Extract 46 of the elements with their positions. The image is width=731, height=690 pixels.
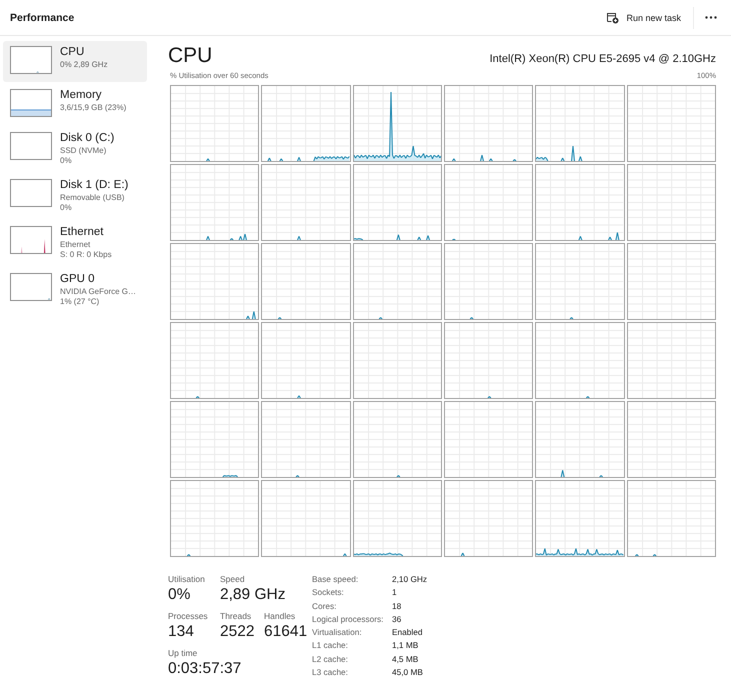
mini-usage-graph [10,226,52,254]
mini-usage-graph [10,273,52,301]
run-task-button[interactable]: Run new task [602,8,685,26]
section-title: CPU [168,43,212,69]
stat-value: 0:03:57:37 [168,659,242,679]
spec-label: Logical processors: [312,612,384,626]
spec-label: Cores: [312,600,338,612]
stat-value: 134 [168,622,195,642]
spec-value: 2,10 GHz [392,573,428,586]
mini-usage-graph [10,89,52,117]
spec-value: 45,0 MB [392,666,424,679]
spec-value: 4,5 MB [392,652,420,666]
spec-label: Virtualisation: [312,626,363,639]
stat-label: Up time [168,647,198,659]
mini-usage-graph [10,179,52,207]
stat-label: Speed [220,573,246,585]
window-plus-icon [606,12,620,24]
mini-usage-graph [10,132,52,160]
spec-value: 18 [392,600,402,612]
sidebar-item[interactable]: CPU 0% 2,89 GHz [3,41,147,82]
stat-label: Utilisation [168,573,206,585]
spec-value: 36 [392,612,402,626]
sidebar-item[interactable]: Memory 3,6/15,9 GB (23%) [3,84,147,125]
spec-label: Base speed: [312,573,360,586]
mini-usage-graph [10,46,52,74]
more-icon[interactable] [705,16,717,19]
stat-value: 2522 [220,622,256,642]
window-title: Performance [10,12,74,24]
stat-value: 61641 [264,622,308,642]
stat-label: Processes [168,610,209,622]
stat-value: 0% [168,585,192,605]
sidebar-item[interactable]: Disk 1 (D: E:) Removable (USB) 0% [3,174,147,219]
spec-label: Sockets: [312,586,345,600]
spec-value: 1 [392,586,398,600]
spec-value: 1,1 MB [392,639,420,652]
sidebar-item[interactable]: GPU 0 NVIDIA GeForce G… 1% (27 °C) [3,268,147,313]
spec-label: L3 cache: [312,666,349,679]
stat-value: 2,89 GHz [220,585,286,605]
spec-label: L1 cache: [312,639,349,652]
processor-name: Intel(R) Xeon(R) CPU E5-2695 v4 @ 2.10GHz [490,53,716,65]
spec-label: L2 cache: [312,652,349,666]
sidebar-item[interactable]: Ethernet Ethernet S: 0 R: 0 Kbps [3,221,147,266]
sidebar-item[interactable]: Disk 0 (C:) SSD (NVMe) 0% [3,127,147,172]
stat-label: Handles [264,610,296,622]
stat-label: Threads [220,610,252,622]
spec-value: Enabled [392,626,424,639]
